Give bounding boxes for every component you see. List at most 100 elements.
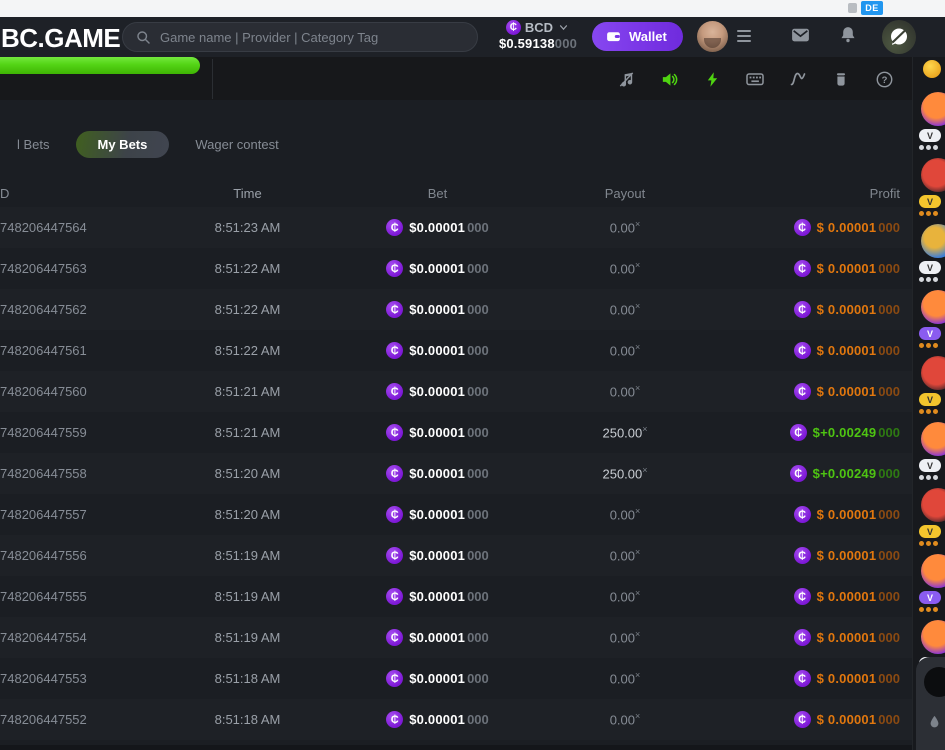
- table-row[interactable]: 7482064475608:51:21 AM₵$0.000010000.00×₵…: [0, 371, 912, 412]
- wallet-balance: $0.59138000: [492, 36, 584, 51]
- bcd-coin-icon: ₵: [386, 588, 403, 605]
- divider: [212, 59, 213, 99]
- chat-avatar[interactable]: [921, 158, 945, 192]
- bcd-coin-icon: ₵: [386, 506, 403, 523]
- table-row[interactable]: 7482064475618:51:22 AM₵$0.000010000.00×₵…: [0, 330, 912, 371]
- table-row[interactable]: 7482064475628:51:22 AM₵$0.000010000.00×₵…: [0, 289, 912, 330]
- table-row[interactable]: 7482064475598:51:21 AM₵$0.00001000250.00…: [0, 412, 912, 453]
- search-placeholder: Game name | Provider | Category Tag: [160, 30, 378, 45]
- notifications-icon[interactable]: [838, 24, 858, 45]
- bet-amount: ₵$0.00001000: [355, 506, 520, 523]
- sound-icon[interactable]: [659, 69, 679, 89]
- bet-profit: ₵$ 0.00001000: [730, 629, 912, 646]
- bet-time: 8:51:19 AM: [140, 630, 355, 645]
- table-row[interactable]: 7482064475638:51:22 AM₵$0.000010000.00×₵…: [0, 248, 912, 289]
- table-row[interactable]: 7482064475568:51:19 AM₵$0.000010000.00×₵…: [0, 535, 912, 576]
- bet-amount: ₵$0.00001000: [355, 301, 520, 318]
- trends-icon[interactable]: [788, 69, 808, 89]
- bet-payout: 0.00×: [520, 260, 730, 276]
- bet-id: 748206447558: [0, 466, 140, 481]
- bet-amount: ₵$0.00001000: [355, 260, 520, 277]
- bet-time: 8:51:19 AM: [140, 589, 355, 604]
- jar-icon[interactable]: [831, 69, 851, 89]
- translate-extension-badge[interactable]: DE: [861, 1, 883, 15]
- chat-avatar[interactable]: [921, 290, 945, 324]
- bcd-coin-icon: ₵: [790, 424, 807, 441]
- extension-icon[interactable]: [848, 3, 857, 13]
- bet-amount: ₵$0.00001000: [355, 588, 520, 605]
- bet-time: 8:51:20 AM: [140, 507, 355, 522]
- chat-avatar[interactable]: [923, 60, 941, 78]
- chat-text-dots: [919, 145, 938, 150]
- chat-avatar-placeholder: [924, 667, 945, 697]
- bet-amount: ₵$0.00001000: [355, 670, 520, 687]
- chat-text-dots: [919, 211, 938, 216]
- turbo-icon[interactable]: [702, 69, 722, 89]
- bet-profit: ₵$ 0.00001000: [730, 219, 912, 236]
- wallet-button-label: Wallet: [629, 29, 667, 44]
- bet-payout: 0.00×: [520, 547, 730, 563]
- table-row[interactable]: 7482064475548:51:19 AM₵$0.000010000.00×₵…: [0, 617, 912, 658]
- table-row[interactable]: 7482064475538:51:18 AM₵$0.000010000.00×₵…: [0, 658, 912, 699]
- help-icon[interactable]: ?: [874, 69, 894, 89]
- tab-l-bets[interactable]: l Bets: [3, 131, 64, 158]
- chat-avatar[interactable]: [921, 92, 945, 126]
- table-row[interactable]: 7482064475558:51:19 AM₵$0.000010000.00×₵…: [0, 576, 912, 617]
- wallet-button[interactable]: Wallet: [592, 22, 683, 51]
- user-avatar[interactable]: [697, 21, 728, 52]
- wallet-icon: [605, 28, 622, 45]
- bet-profit: ₵$+0.00249000: [730, 465, 912, 482]
- bet-amount: ₵$0.00001000: [355, 424, 520, 441]
- chat-avatar[interactable]: [921, 488, 945, 522]
- currency-selector[interactable]: ₵ BCD $0.59138000: [492, 19, 584, 51]
- bcd-coin-icon: ₵: [386, 342, 403, 359]
- chat-text-dots: [919, 607, 938, 612]
- hotkeys-icon[interactable]: [745, 69, 765, 89]
- mail-icon[interactable]: [790, 24, 811, 45]
- tab-my-bets[interactable]: My Bets: [76, 131, 170, 158]
- vip-badge: V: [919, 459, 941, 472]
- bet-time: 8:51:20 AM: [140, 466, 355, 481]
- bet-profit: ₵$ 0.00001000: [730, 670, 912, 687]
- table-row[interactable]: 7482064475588:51:20 AM₵$0.00001000250.00…: [0, 453, 912, 494]
- chat-user-panel[interactable]: [916, 657, 945, 750]
- chat-avatar[interactable]: [921, 422, 945, 456]
- vip-badge: V: [919, 129, 941, 142]
- bet-time: 8:51:18 AM: [140, 671, 355, 686]
- tab-wager-contest[interactable]: Wager contest: [181, 131, 292, 158]
- bet-profit: ₵$ 0.00001000: [730, 588, 912, 605]
- bet-payout: 0.00×: [520, 383, 730, 399]
- bcd-coin-icon: ₵: [794, 670, 811, 687]
- vip-badge: V: [919, 525, 941, 538]
- bet-amount: ₵$0.00001000: [355, 711, 520, 728]
- table-row[interactable]: 7482064475578:51:20 AM₵$0.000010000.00×₵…: [0, 494, 912, 535]
- bet-amount: ₵$0.00001000: [355, 383, 520, 400]
- chat-avatar[interactable]: [921, 356, 945, 390]
- table-row[interactable]: 7482064475528:51:18 AM₵$0.000010000.00×₵…: [0, 699, 912, 740]
- chat-text-dots: [919, 343, 938, 348]
- chat-avatar[interactable]: [921, 620, 945, 654]
- chat-avatar[interactable]: [921, 554, 945, 588]
- bet-id: 748206447552: [0, 712, 140, 727]
- bet-profit: ₵$ 0.00001000: [730, 383, 912, 400]
- bet-id: 748206447561: [0, 343, 140, 358]
- rain-icon[interactable]: [927, 714, 942, 729]
- bcd-coin-icon: ₵: [794, 506, 811, 523]
- table-row[interactable]: 7482064475648:51:23 AM₵$0.000010000.00×₵…: [0, 207, 912, 248]
- menu-icon[interactable]: [737, 30, 751, 45]
- bet-payout: 250.00×: [520, 465, 730, 481]
- music-off-icon[interactable]: [616, 69, 636, 89]
- logo[interactable]: BC.GAME: [1, 23, 120, 54]
- chat-sidebar[interactable]: VVVVVVVVV: [912, 57, 945, 750]
- chat-text-dots: [919, 475, 938, 480]
- bet-time: 8:51:18 AM: [140, 712, 355, 727]
- screen: DE BC.GAME Game name | Provider | Catego…: [0, 0, 945, 750]
- search-input[interactable]: Game name | Provider | Category Tag: [122, 22, 478, 52]
- bet-time: 8:51:21 AM: [140, 425, 355, 440]
- game-progress-bar: [0, 57, 200, 74]
- chat-toggle-button[interactable]: [882, 20, 916, 54]
- bcd-coin-icon: ₵: [794, 260, 811, 277]
- chat-avatar[interactable]: [921, 224, 945, 258]
- bets-tabs: l Bets My Bets Wager contest: [3, 131, 293, 158]
- bet-payout: 250.00×: [520, 424, 730, 440]
